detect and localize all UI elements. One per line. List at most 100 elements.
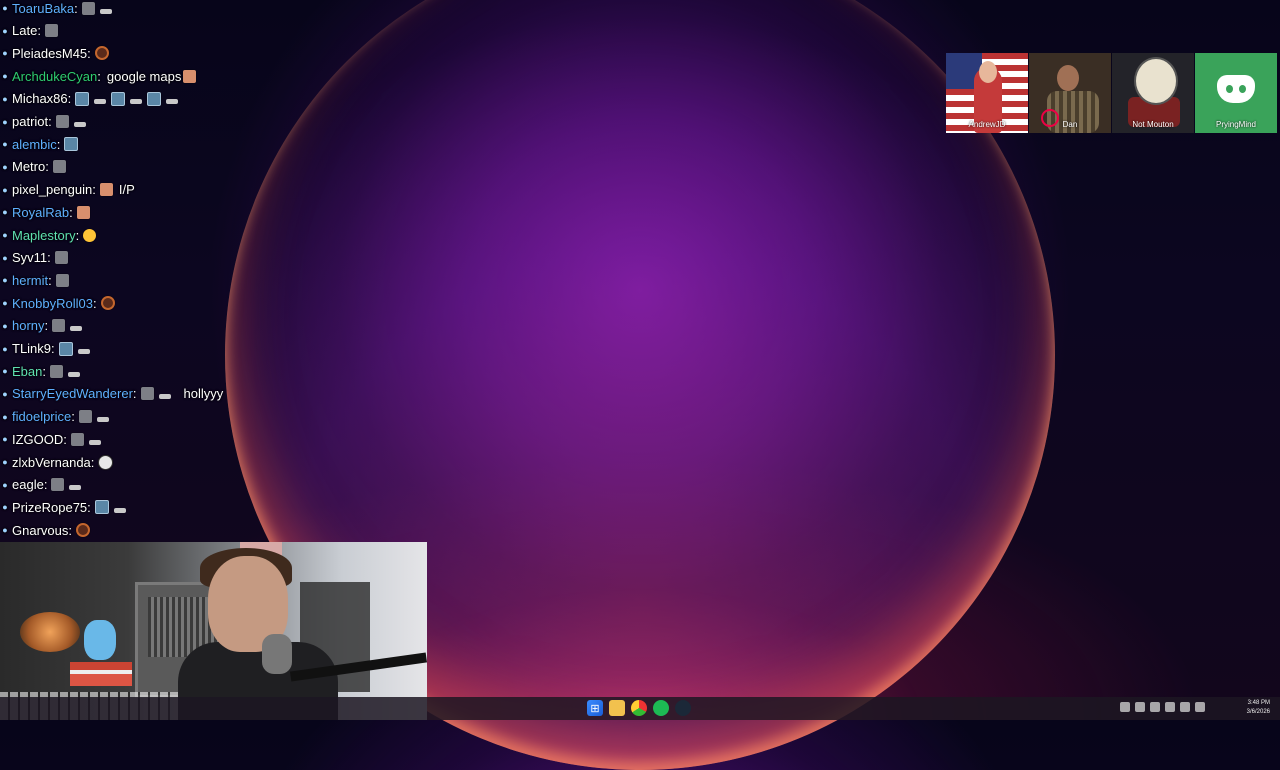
chat-username[interactable]: eagle: [12, 477, 44, 492]
gray-emote-icon: [52, 160, 66, 174]
chat-username[interactable]: TLink9: [12, 341, 51, 356]
chat-username[interactable]: PleiadesM45: [12, 46, 87, 61]
chat-separator: :: [90, 454, 95, 470]
chat-separator: :: [132, 386, 137, 402]
voice-participants: AndrewJD Dan Not Mouton PryingMind: [946, 53, 1277, 133]
chat-separator: :: [48, 114, 52, 129]
chat-username[interactable]: alembic: [12, 137, 57, 152]
volume-icon[interactable]: [1195, 702, 1205, 712]
chat-badge-icon: ●: [2, 139, 8, 150]
pointer-emote-icon: [68, 371, 80, 377]
chat-badge-icon: ●: [2, 71, 8, 82]
chat-username[interactable]: Late: [12, 23, 37, 38]
chat-separator: :: [75, 227, 80, 243]
file-explorer-icon[interactable]: [609, 700, 625, 716]
chat-separator: :: [56, 136, 61, 152]
voice-tile-pryingmind: PryingMind: [1195, 53, 1277, 133]
chat-username[interactable]: Eban: [12, 364, 42, 379]
chat-message: ● hermit:: [0, 269, 71, 291]
chat-message: ● fidoelprice:: [0, 406, 112, 428]
chat-username[interactable]: PrizeRope75: [12, 500, 87, 515]
tray-icon[interactable]: [1135, 702, 1145, 712]
participant-name: AndrewJD: [968, 120, 1006, 129]
chat-badge-icon: ●: [2, 116, 8, 127]
gray-emote-icon: [78, 410, 92, 424]
chat-username[interactable]: StarryEyedWanderer: [12, 386, 133, 401]
pointer-emote-icon: [113, 507, 126, 513]
taskbar: ⊞ 3:48 PM 3/6/2026: [0, 697, 1280, 720]
chat-separator: :: [47, 250, 51, 266]
pointer-emote-icon: [69, 485, 82, 491]
webcam-feed: [0, 542, 427, 720]
chat-username[interactable]: RoyalRab: [12, 205, 69, 220]
chat-badge-icon: ●: [2, 93, 8, 104]
tray-icon[interactable]: [1120, 702, 1130, 712]
steam-icon[interactable]: [675, 700, 691, 716]
start-icon[interactable]: ⊞: [587, 700, 603, 716]
chat-separator: :: [37, 23, 41, 39]
chat-message: ● PleiadesM45:: [0, 42, 111, 64]
chat-badge-icon: ●: [2, 161, 8, 172]
chat-badge-icon: ●: [2, 479, 8, 490]
chat-username[interactable]: zlxbVernanda: [12, 455, 91, 470]
tray-icon[interactable]: [1150, 702, 1160, 712]
chat-separator: :: [92, 295, 97, 311]
chat-separator: :: [71, 409, 75, 425]
chat-username[interactable]: Michax86: [12, 91, 68, 106]
chat-message: ● Michax86:: [0, 88, 181, 110]
face-emote-icon: [99, 183, 113, 197]
chat-badge-icon: ●: [2, 320, 8, 331]
ball-emote-icon: [100, 296, 115, 311]
taskbar-clock[interactable]: 3:48 PM 3/6/2026: [1247, 699, 1270, 717]
blue-emote-icon: [75, 91, 90, 106]
pointer-emote-icon: [70, 326, 83, 332]
wifi-icon[interactable]: [1180, 702, 1190, 712]
chat-username[interactable]: Syv11: [12, 250, 47, 265]
gray-emote-icon: [70, 432, 84, 446]
tray-icon[interactable]: [1165, 702, 1175, 712]
gray-emote-icon: [44, 24, 58, 38]
chat-separator: :: [69, 204, 73, 220]
chat-badge-icon: ●: [2, 388, 8, 399]
gray-emote-icon: [55, 273, 69, 287]
chat-username[interactable]: Gnarvous: [12, 523, 68, 538]
chat-message: ● IZGOOD:: [0, 428, 104, 450]
gray-emote-icon: [52, 319, 66, 333]
chat-badge-icon: ●: [2, 3, 8, 13]
spotify-icon[interactable]: [653, 700, 669, 716]
taskbar-apps: ⊞: [587, 700, 691, 716]
pointer-emote-icon: [166, 99, 179, 105]
chat-username[interactable]: KnobbyRoll03: [12, 296, 93, 311]
chat-message: ● StarryEyedWanderer: hollyyy: [0, 383, 223, 405]
ball-emote-icon: [94, 46, 109, 61]
chat-message: ● horny:: [0, 315, 85, 337]
chat-username[interactable]: fidoelprice: [12, 409, 71, 424]
chat-separator: :: [43, 477, 48, 493]
chat-username[interactable]: Metro: [12, 159, 45, 174]
chat-message: ● Maplestory:: [0, 224, 98, 246]
chat-username[interactable]: patriot: [12, 114, 48, 129]
chat-message: ● RoyalRab:: [0, 201, 92, 223]
chat-username[interactable]: ArchdukeCyan: [12, 69, 97, 84]
pointer-emote-icon: [94, 99, 107, 105]
chat-username[interactable]: hermit: [12, 273, 48, 288]
voice-tile-dan: Dan: [1029, 53, 1111, 133]
pointer-emote-icon: [130, 99, 143, 105]
chrome-icon[interactable]: [631, 700, 647, 716]
chat-badge-icon: ●: [2, 411, 8, 422]
chat-username[interactable]: horny: [12, 318, 45, 333]
chat-message: ● eagle:: [0, 474, 84, 496]
participant-name: Not Mouton: [1132, 120, 1174, 129]
chat-username[interactable]: IZGOOD: [12, 432, 63, 447]
chat-badge-icon: ●: [2, 25, 8, 36]
chat-username[interactable]: ToaruBaka: [12, 1, 74, 16]
chat-message: ● patriot:: [0, 111, 89, 133]
chat-username[interactable]: pixel_penguin: [12, 182, 92, 197]
chat-message: ● alembic:: [0, 133, 80, 155]
chat-badge-icon: ●: [2, 252, 8, 263]
chat-message: ● Late:: [0, 20, 60, 42]
ball-emote-icon: [76, 523, 90, 538]
chat-username[interactable]: Maplestory: [12, 228, 76, 243]
discord-icon: [1217, 75, 1255, 103]
chat-separator: :: [48, 272, 52, 288]
